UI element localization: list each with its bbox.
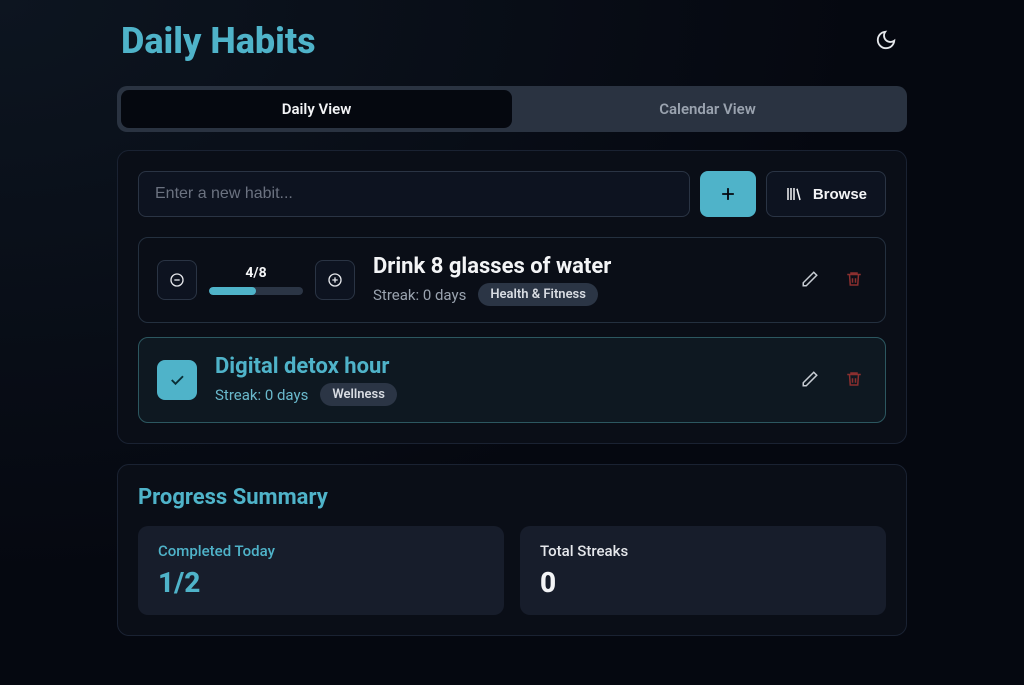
summary-label: Total Streaks bbox=[540, 542, 866, 560]
pencil-icon bbox=[801, 270, 819, 288]
pencil-icon bbox=[801, 370, 819, 388]
habit-category-badge: Health & Fitness bbox=[478, 283, 598, 306]
habits-panel: Browse 4/8 Drink 8 glasses of water bbox=[117, 150, 907, 444]
page-title: Daily Habits bbox=[121, 20, 316, 62]
habit-card: Digital detox hour Streak: 0 days Wellne… bbox=[138, 337, 886, 423]
tab-calendar-view[interactable]: Calendar View bbox=[512, 90, 903, 128]
check-icon bbox=[168, 371, 186, 389]
summary-label: Completed Today bbox=[158, 542, 484, 560]
decrement-button[interactable] bbox=[157, 260, 197, 300]
habit-name: Digital detox hour bbox=[215, 354, 779, 379]
theme-toggle-button[interactable] bbox=[869, 23, 903, 60]
plus-icon bbox=[718, 184, 738, 204]
counter-value: 4/8 bbox=[245, 265, 266, 281]
summary-value: 0 bbox=[540, 566, 866, 599]
plus-circle-icon bbox=[327, 272, 343, 288]
summary-card-completed: Completed Today 1/2 bbox=[138, 526, 504, 615]
browse-label: Browse bbox=[813, 186, 867, 203]
toggle-complete-button[interactable] bbox=[157, 360, 197, 400]
habit-category-badge: Wellness bbox=[320, 383, 397, 406]
increment-button[interactable] bbox=[315, 260, 355, 300]
summary-card-streaks: Total Streaks 0 bbox=[520, 526, 886, 615]
new-habit-input[interactable] bbox=[138, 171, 690, 217]
moon-icon bbox=[875, 29, 897, 51]
edit-habit-button[interactable] bbox=[797, 366, 823, 395]
summary-value: 1/2 bbox=[158, 566, 484, 599]
edit-habit-button[interactable] bbox=[797, 266, 823, 295]
view-tabs: Daily View Calendar View bbox=[117, 86, 907, 132]
habit-streak: Streak: 0 days bbox=[215, 386, 308, 404]
browse-button[interactable]: Browse bbox=[766, 171, 886, 217]
habit-card: 4/8 Drink 8 glasses of water Streak: 0 d… bbox=[138, 237, 886, 323]
progress-bar bbox=[209, 287, 303, 295]
library-icon bbox=[785, 185, 803, 203]
delete-habit-button[interactable] bbox=[841, 366, 867, 395]
habit-streak: Streak: 0 days bbox=[373, 286, 466, 304]
habit-name: Drink 8 glasses of water bbox=[373, 254, 779, 279]
summary-panel: Progress Summary Completed Today 1/2 Tot… bbox=[117, 464, 907, 636]
add-habit-button[interactable] bbox=[700, 171, 756, 217]
delete-habit-button[interactable] bbox=[841, 266, 867, 295]
tab-daily-view[interactable]: Daily View bbox=[121, 90, 512, 128]
trash-icon bbox=[845, 370, 863, 388]
minus-circle-icon bbox=[169, 272, 185, 288]
trash-icon bbox=[845, 270, 863, 288]
summary-title: Progress Summary bbox=[138, 485, 886, 510]
